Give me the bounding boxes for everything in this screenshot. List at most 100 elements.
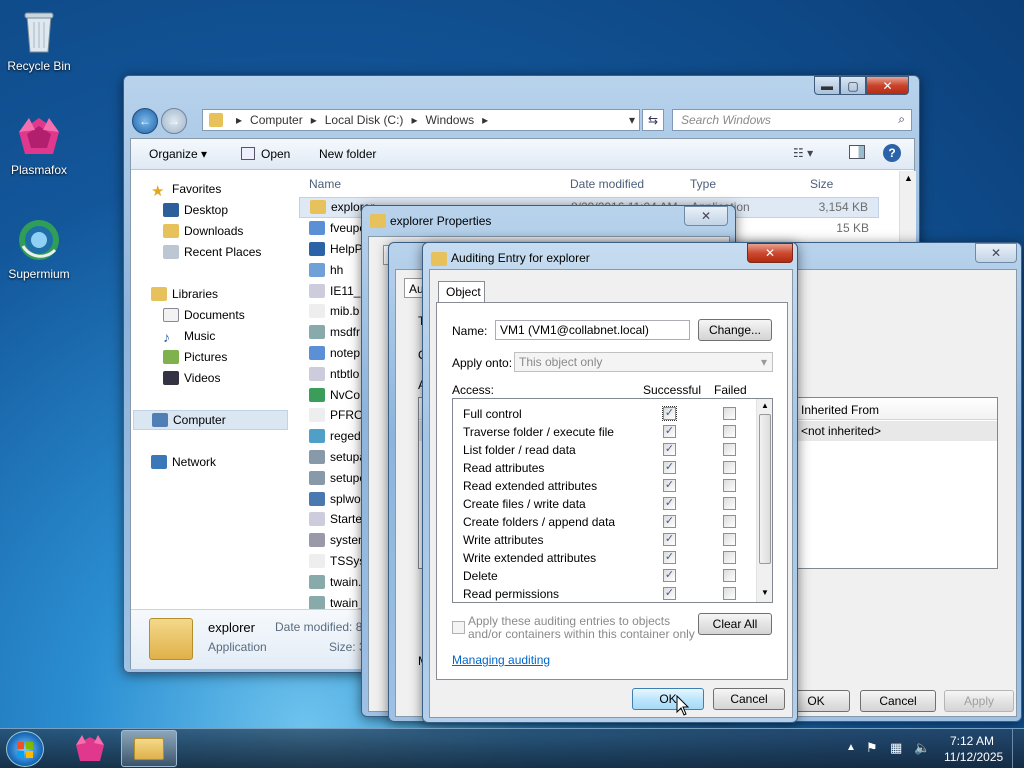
- start-button[interactable]: [6, 731, 44, 767]
- successful-checkbox[interactable]: ✓: [663, 479, 676, 492]
- column-date[interactable]: Date modified: [570, 177, 644, 191]
- nav-music[interactable]: ♪ Music: [163, 326, 215, 346]
- nav-favorites[interactable]: ★ Favorites: [151, 179, 221, 200]
- nav-videos[interactable]: Videos: [163, 368, 220, 388]
- successful-checkbox[interactable]: ✓: [663, 497, 676, 510]
- column-name[interactable]: Name: [309, 177, 341, 191]
- nav-computer[interactable]: Computer: [133, 410, 288, 430]
- advanced-cancel-button[interactable]: Cancel: [860, 690, 936, 712]
- breadcrumb-windows[interactable]: Windows: [425, 113, 474, 127]
- clock-time[interactable]: 7:12 AM: [950, 734, 994, 748]
- file-icon: [309, 512, 325, 527]
- clear-all-button[interactable]: Clear All: [698, 613, 772, 635]
- failed-checkbox[interactable]: [723, 551, 736, 564]
- volume-muted-icon[interactable]: 🔈: [914, 740, 930, 756]
- apply-within-container-checkbox[interactable]: [452, 621, 465, 634]
- list-item: Delete ✓: [453, 567, 753, 585]
- search-icon[interactable]: ⌕: [898, 112, 905, 127]
- breadcrumb-sep: ▸: [236, 113, 243, 127]
- successful-checkbox[interactable]: ✓: [663, 587, 676, 600]
- failed-checkbox[interactable]: [723, 479, 736, 492]
- successful-checkbox[interactable]: ✓: [663, 551, 676, 564]
- successful-checkbox[interactable]: ✓: [662, 406, 677, 421]
- successful-checkbox[interactable]: ✓: [663, 461, 676, 474]
- advanced-close-button[interactable]: ✕: [975, 243, 1017, 263]
- nav-network[interactable]: Network: [151, 452, 216, 472]
- forward-button[interactable]: →: [161, 108, 187, 134]
- advanced-apply-button[interactable]: Apply: [944, 690, 1014, 712]
- successful-checkbox[interactable]: ✓: [663, 569, 676, 582]
- failed-checkbox[interactable]: [723, 587, 736, 600]
- tab-object[interactable]: Object: [438, 281, 485, 302]
- organize-menu[interactable]: Organize ▾: [149, 147, 207, 161]
- change-button[interactable]: Change...: [698, 319, 772, 341]
- failed-checkbox[interactable]: [723, 533, 736, 546]
- file-icon: [309, 595, 325, 610]
- show-hidden-icons[interactable]: ▲: [846, 742, 856, 753]
- new-folder-button[interactable]: New folder: [319, 147, 376, 161]
- access-permission-label: Traverse folder / execute file: [463, 425, 614, 439]
- access-list-scrollbar[interactable]: ▲ ▼: [756, 399, 772, 602]
- recycle-bin-icon: [15, 8, 63, 56]
- network-icon[interactable]: ▦: [890, 740, 902, 756]
- help-icon[interactable]: ?: [883, 144, 901, 162]
- apply-onto-select[interactable]: This object only ▾: [514, 352, 773, 372]
- nav-documents[interactable]: Documents: [163, 305, 245, 325]
- chevron-down-icon[interactable]: ▾: [629, 113, 635, 127]
- nav-libraries[interactable]: Libraries: [151, 284, 218, 304]
- chevron-up-icon[interactable]: ▲: [904, 173, 913, 183]
- failed-checkbox[interactable]: [723, 497, 736, 510]
- successful-checkbox[interactable]: ✓: [663, 515, 676, 528]
- successful-checkbox[interactable]: ✓: [663, 443, 676, 456]
- chevron-down-icon[interactable]: ▼: [761, 588, 769, 597]
- taskbar-plasmafox[interactable]: [64, 731, 116, 767]
- failed-checkbox[interactable]: [723, 407, 736, 420]
- successful-checkbox[interactable]: ✓: [663, 533, 676, 546]
- ok-button[interactable]: OK: [632, 688, 704, 710]
- chevron-up-icon[interactable]: ▲: [761, 401, 769, 410]
- nav-pictures[interactable]: Pictures: [163, 347, 227, 367]
- file-icon: [309, 387, 325, 402]
- view-options-icon[interactable]: ☷ ▾: [793, 146, 813, 160]
- breadcrumb-computer[interactable]: Computer: [250, 113, 303, 127]
- breadcrumb-local-disk[interactable]: Local Disk (C:): [325, 113, 404, 127]
- refresh-button[interactable]: ⇆: [642, 109, 664, 131]
- desktop-icon-recycle-bin[interactable]: Recycle Bin: [2, 8, 76, 73]
- nav-downloads[interactable]: Downloads: [163, 221, 243, 241]
- scrollbar-thumb[interactable]: [759, 414, 771, 564]
- successful-checkbox[interactable]: ✓: [663, 425, 676, 438]
- search-input[interactable]: Search Windows ⌕: [672, 109, 912, 131]
- properties-close-button[interactable]: ✕: [684, 206, 728, 226]
- open-button[interactable]: Open: [261, 147, 290, 161]
- name-field[interactable]: VM1 (VM1@collabnet.local): [495, 320, 690, 340]
- action-center-icon[interactable]: ⚑: [866, 740, 878, 756]
- nav-recent-places[interactable]: Recent Places: [163, 242, 261, 262]
- access-permission-label: Write extended attributes: [463, 551, 597, 565]
- failed-checkbox[interactable]: [723, 461, 736, 474]
- failed-checkbox[interactable]: [723, 515, 736, 528]
- desktop-icon-supermium[interactable]: Supermium: [2, 216, 76, 281]
- clock-date[interactable]: 11/12/2025: [944, 750, 1003, 764]
- auditing-close-button[interactable]: ✕: [747, 243, 793, 263]
- successful-header: Successful: [643, 383, 702, 397]
- back-button[interactable]: ←: [132, 108, 158, 134]
- desktop-icon-plasmafox[interactable]: Plasmafox: [2, 112, 76, 177]
- managing-auditing-link[interactable]: Managing auditing: [452, 653, 550, 667]
- preview-pane-icon[interactable]: [849, 145, 865, 159]
- failed-checkbox[interactable]: [723, 425, 736, 438]
- address-bar[interactable]: ▸ Computer ▸ Local Disk (C:) ▸ Windows ▸…: [202, 109, 640, 131]
- column-size[interactable]: Size: [810, 177, 833, 191]
- failed-checkbox[interactable]: [723, 569, 736, 582]
- column-type[interactable]: Type: [690, 177, 716, 191]
- cancel-button[interactable]: Cancel: [713, 688, 785, 710]
- minimize-button[interactable]: ▬: [814, 76, 840, 95]
- maximize-button[interactable]: ▢: [840, 76, 866, 95]
- file-name: Starte: [330, 512, 363, 527]
- taskbar-explorer[interactable]: [121, 730, 177, 767]
- show-desktop-button[interactable]: [1012, 729, 1024, 768]
- nav-desktop[interactable]: Desktop: [163, 200, 228, 220]
- close-button[interactable]: ✕: [866, 76, 909, 95]
- list-item: Create files / write data ✓: [453, 495, 753, 513]
- failed-checkbox[interactable]: [723, 443, 736, 456]
- column-inherited-from[interactable]: Inherited From: [801, 403, 879, 417]
